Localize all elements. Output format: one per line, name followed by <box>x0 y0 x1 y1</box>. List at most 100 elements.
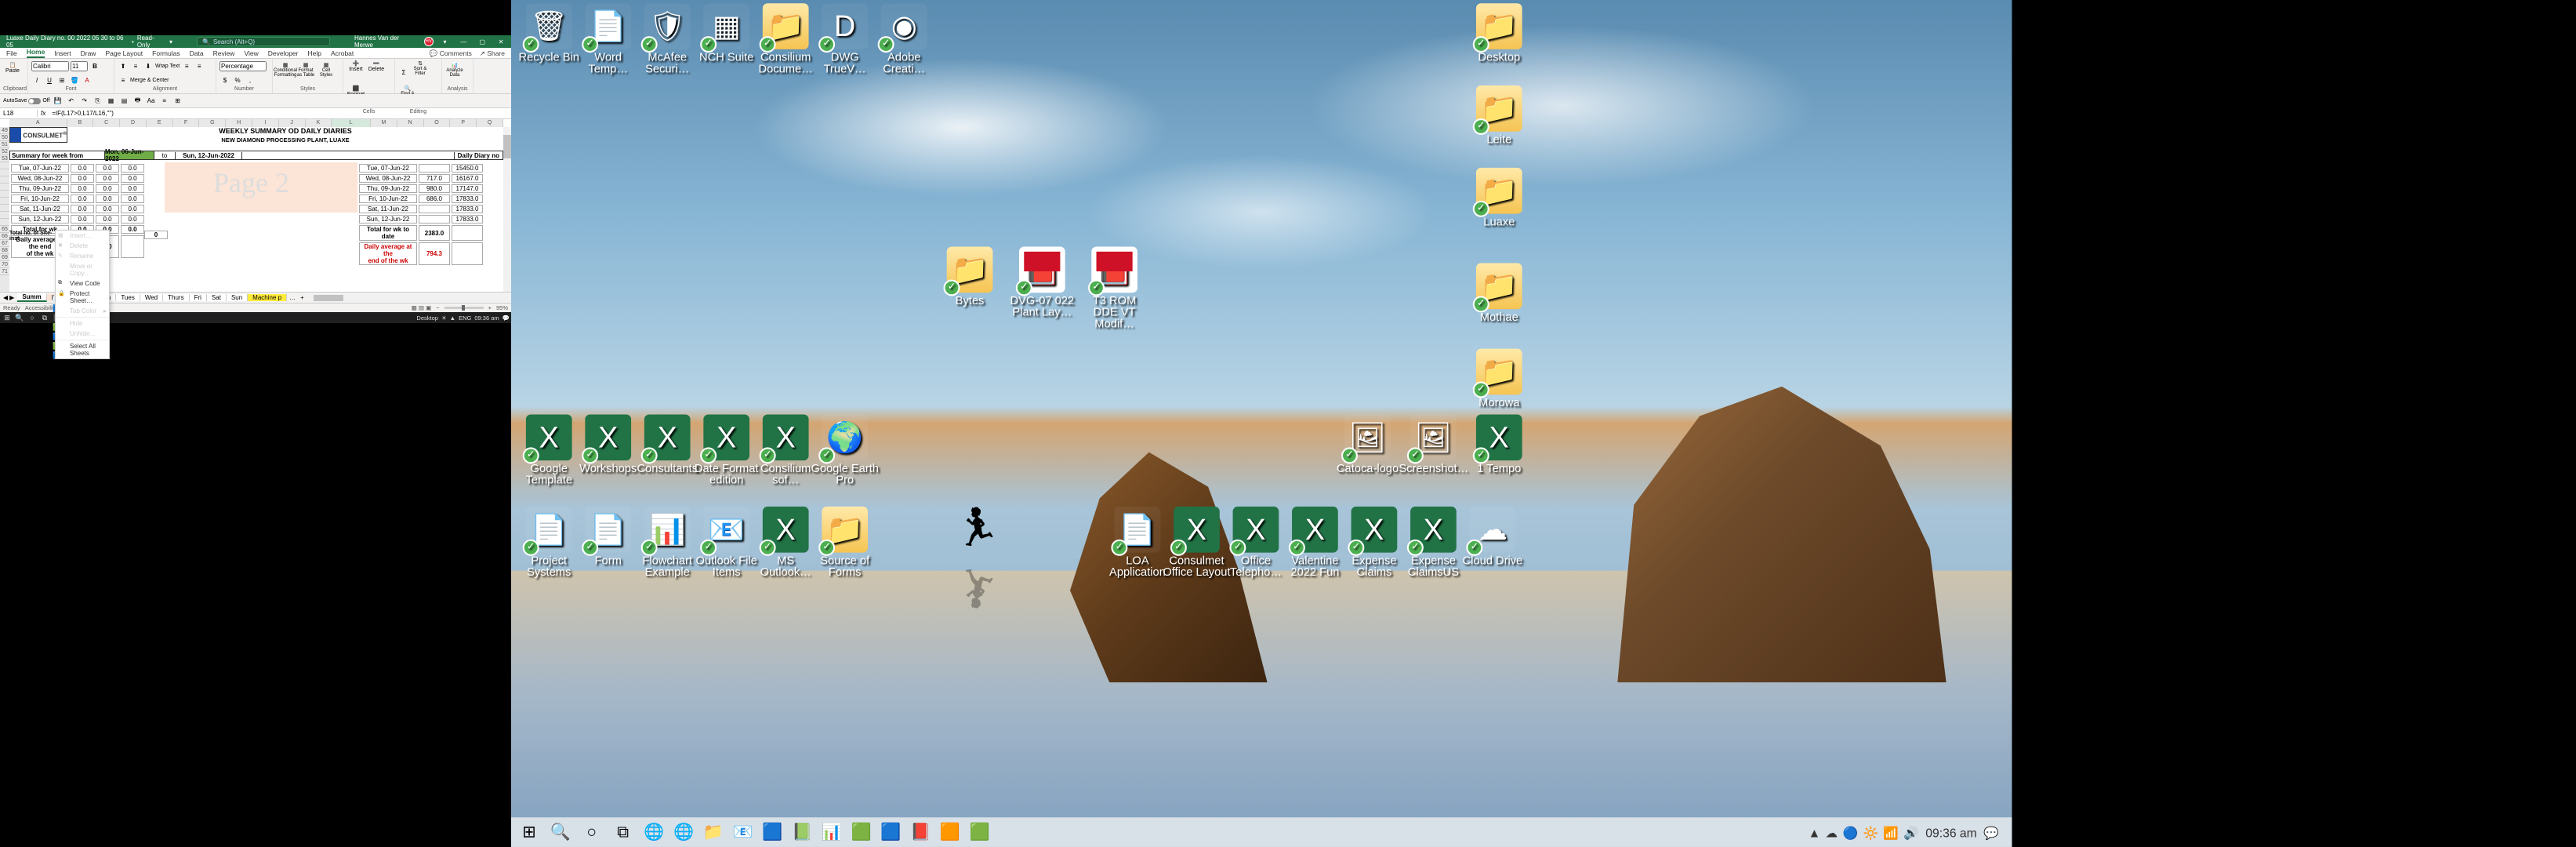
formula-input[interactable]: =IF(L17>0,L17/L16,"") <box>49 110 511 117</box>
zoom-out-button[interactable]: − <box>436 304 439 311</box>
column-header-D[interactable]: D <box>120 119 147 127</box>
tray-icon[interactable]: 📶 <box>1883 825 1899 840</box>
row-header[interactable] <box>0 184 9 191</box>
task-view-icon[interactable]: ⧉ <box>608 819 638 845</box>
tab-acrobat[interactable]: Acrobat <box>331 49 354 58</box>
tab-developer[interactable]: Developer <box>268 49 299 58</box>
column-header-M[interactable]: M <box>371 119 397 127</box>
merge-center-button[interactable]: Merge & Center <box>130 78 169 83</box>
taskbar-app-icon[interactable]: 🌐 <box>669 819 698 845</box>
desktop-icon[interactable]: ☁✓Cloud Drive <box>1458 507 1527 568</box>
tab-help[interactable]: Help <box>307 49 321 58</box>
font-name-select[interactable] <box>31 61 69 71</box>
desktop-icon[interactable]: 📁✓Source of Forms <box>811 507 880 579</box>
row-header[interactable]: 70 <box>0 261 9 268</box>
maximize-button[interactable]: ▢ <box>475 35 489 48</box>
horizontal-scrollbar[interactable] <box>310 295 508 301</box>
column-header-L[interactable]: L <box>332 119 371 127</box>
search-icon[interactable]: 🔍 <box>546 819 575 845</box>
tray-notif-icon[interactable]: 💬 <box>503 314 510 322</box>
border-button[interactable]: ⊞ <box>56 75 67 85</box>
taskbar-app-icon[interactable]: 🟩 <box>965 819 995 845</box>
column-header-C[interactable]: C <box>93 119 120 127</box>
sheet-nav-prev[interactable]: ◀ <box>3 294 8 301</box>
insert-cells-button[interactable]: ➕Insert <box>346 60 365 84</box>
tab-insert[interactable]: Insert <box>54 49 71 58</box>
column-header-H[interactable]: H <box>226 119 252 127</box>
desktop-icon[interactable]: ◉✓Adobe Creati… <box>869 3 938 75</box>
cm-protect-sheet[interactable]: 🔒Protect Sheet… <box>56 289 109 306</box>
column-headers[interactable]: ABCDEFGHIJKLMNOPQ <box>9 119 503 127</box>
zoom-in-button[interactable]: + <box>488 304 492 311</box>
align-right-button[interactable]: ≡ <box>118 75 129 85</box>
desktop-icon[interactable]: 📁✓Mothae <box>1464 264 1533 325</box>
underline-button[interactable]: U <box>44 75 55 85</box>
desktop-icon[interactable]: 🖼✓Screenshot… <box>1399 414 1468 475</box>
row-header[interactable] <box>0 176 9 184</box>
row-header[interactable]: 51 <box>0 141 9 148</box>
cortana-icon[interactable]: ○ <box>27 313 38 322</box>
user-avatar[interactable]: HV <box>424 37 434 46</box>
sheet-tab-new[interactable]: + <box>298 294 307 301</box>
tab-review[interactable]: Review <box>213 49 235 58</box>
share-button[interactable]: ↗ Share <box>480 49 505 58</box>
font-color-button[interactable]: A <box>82 75 93 85</box>
row-header[interactable]: 49 <box>0 127 9 134</box>
sheet-tab-thurs[interactable]: Thurs <box>163 294 189 301</box>
row-header[interactable] <box>0 169 9 176</box>
tray-notif-icon[interactable]: 💬 <box>1983 825 1999 840</box>
comma-button[interactable]: , <box>245 75 256 85</box>
date-to-cell[interactable]: Sun, 12-Jun-2022 <box>175 152 242 159</box>
format-as-table-button[interactable]: ▦Format as Table <box>296 62 315 85</box>
date-from-cell[interactable]: Mon, 06-Jun-2022 <box>104 151 154 159</box>
desktop-icon[interactable]: 📕✓T3 ROM DDE VT Modif… <box>1080 247 1149 331</box>
row-header[interactable] <box>0 198 9 205</box>
qat-button[interactable]: 🖶 <box>132 96 143 107</box>
taskbar-app-icon[interactable]: 🟩 <box>847 819 876 845</box>
fill-color-button[interactable]: 🪣 <box>69 75 80 85</box>
column-header-F[interactable]: F <box>173 119 200 127</box>
taskbar-app-icon[interactable]: 📊 <box>817 819 847 845</box>
row-header[interactable]: 67 <box>0 240 9 247</box>
minimize-button[interactable]: — <box>456 35 470 48</box>
delete-cells-button[interactable]: ➖Delete <box>367 60 386 84</box>
row-header[interactable]: 50 <box>0 134 9 141</box>
tab-file[interactable]: File <box>6 49 17 58</box>
column-header-E[interactable]: E <box>147 119 173 127</box>
close-button[interactable]: ✕ <box>494 35 508 48</box>
zoom-percent[interactable]: 95% <box>496 304 508 311</box>
percent-button[interactable]: % <box>232 75 243 85</box>
desktop-icon[interactable]: 📕✓DVG-07 022 Plant Lay… <box>1007 247 1076 319</box>
align-top-button[interactable]: ⬆ <box>118 61 129 72</box>
vertical-scrollbar[interactable] <box>503 127 511 292</box>
row-header[interactable]: 71 <box>0 268 9 275</box>
taskbar-app-icon[interactable]: 🟧 <box>935 819 965 845</box>
tab-formulas[interactable]: Formulas <box>152 49 180 58</box>
paste-button[interactable]: 📋Paste <box>3 62 22 85</box>
search-icon[interactable]: 🔍 <box>14 313 25 322</box>
weather-icon[interactable]: ☀ <box>441 314 447 322</box>
column-header-Q[interactable]: Q <box>477 119 503 127</box>
cm-insert[interactable]: ▦Insert… <box>56 231 109 241</box>
qat-save-icon[interactable]: 💾 <box>53 96 63 107</box>
cm-select-all-sheets[interactable]: Select All Sheets <box>56 341 109 358</box>
tray-icon[interactable]: 🔵 <box>1843 825 1859 840</box>
desktop-icon[interactable]: 📁✓Luaxe <box>1464 168 1533 229</box>
start-button[interactable]: ⊞ <box>514 819 544 845</box>
row-header[interactable] <box>0 219 9 226</box>
currency-button[interactable]: $ <box>220 75 230 85</box>
taskbar-app-icon[interactable]: 📧 <box>728 819 758 845</box>
column-header-N[interactable]: N <box>397 119 424 127</box>
sheet-nav-next[interactable]: ▶ <box>9 294 14 301</box>
desktop-label[interactable]: Desktop <box>416 314 438 322</box>
row-header[interactable]: 52 <box>0 148 9 155</box>
desktop-icon[interactable]: 🌍✓Google Earth Pro <box>811 414 880 486</box>
desktop[interactable]: 🗑✓Recycle Bin📄✓Word Temp…🛡✓McAfee Securi… <box>511 0 2012 847</box>
view-buttons[interactable]: ▦ ▤ ▣ <box>412 304 431 311</box>
sheet-tab-sat[interactable]: Sat <box>207 294 227 301</box>
sheet-tab-fri[interactable]: Fri <box>190 294 207 301</box>
row-header[interactable]: 66 <box>0 233 9 240</box>
qat-button[interactable]: ▦ <box>106 96 117 107</box>
align-center-button[interactable]: ≡ <box>194 61 205 72</box>
row-header[interactable]: 65 <box>0 226 9 233</box>
